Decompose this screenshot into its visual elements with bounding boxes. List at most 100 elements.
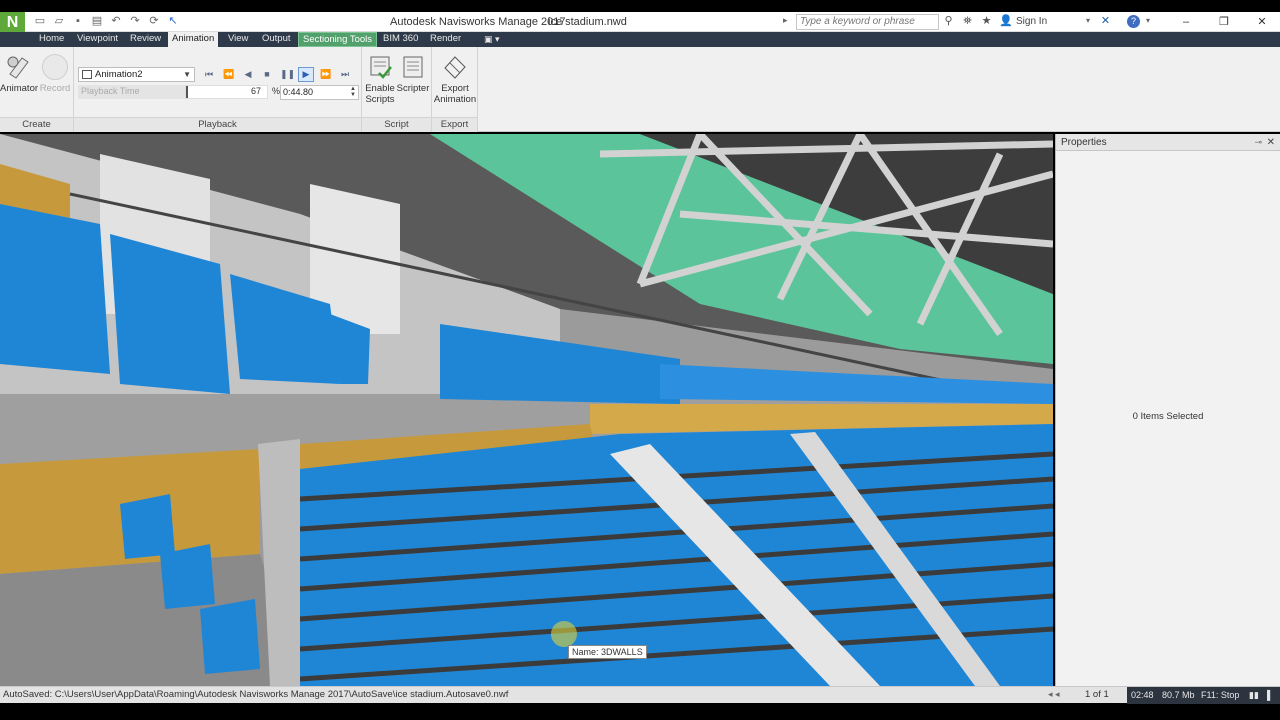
undo-icon[interactable]: ↶	[110, 15, 122, 28]
chevron-down-icon: ▼	[183, 70, 191, 79]
subscription-icon[interactable]: ⛯	[961, 15, 974, 28]
create-panel-title: Create	[0, 117, 73, 132]
tab-animation[interactable]: Animation	[168, 32, 219, 47]
record-button[interactable]: Record	[38, 54, 72, 94]
sign-in-button[interactable]: Sign In	[1016, 16, 1047, 27]
animation-set-icon	[82, 70, 92, 79]
record-icon	[42, 54, 68, 80]
enable-scripts-label-2: Scripts	[365, 94, 395, 105]
playback-time-value: 0:44.80	[283, 87, 314, 97]
animator-label: Animator	[0, 83, 39, 94]
chevron-down-icon[interactable]: ▾	[1146, 16, 1150, 25]
pin-icon[interactable]: ⊸	[1254, 134, 1262, 151]
enable-scripts-button[interactable]: Enable Scripts	[364, 54, 396, 105]
percent-sign: %	[272, 86, 281, 96]
end-icon[interactable]: ⏭	[337, 67, 353, 82]
memory-usage: 80.7 Mb	[1162, 690, 1195, 700]
tab-bim-360[interactable]: BIM 360	[379, 32, 422, 47]
object-tooltip: Name: 3DWALLS	[568, 645, 647, 659]
camera-dropdown-icon[interactable]: ▣ ▾	[480, 32, 504, 47]
animation-name: Animation2	[95, 69, 143, 80]
search-expand-icon[interactable]: ▸	[783, 15, 788, 26]
open-icon[interactable]: ▱	[53, 15, 65, 28]
3d-viewport[interactable]: Name: 3DWALLS	[0, 134, 1053, 686]
redo-icon[interactable]: ↷	[129, 15, 141, 28]
tab-sectioning-tools[interactable]: Sectioning Tools	[298, 32, 378, 47]
playback-time-field[interactable]: 0:44.80 ▲ ▼	[280, 85, 359, 100]
animation-select[interactable]: Animation2 ▼	[78, 67, 195, 82]
step-forward-icon[interactable]: ⏩	[318, 67, 334, 82]
print-icon[interactable]: ▤	[91, 15, 103, 28]
minimize-button[interactable]: –	[1168, 12, 1204, 32]
export-animation-button[interactable]: Export Animation	[433, 54, 477, 105]
new-icon[interactable]: ▭	[34, 15, 46, 28]
user-icon[interactable]: 👤	[999, 15, 1013, 28]
play-icon[interactable]: ▶	[298, 67, 314, 82]
tab-render[interactable]: Render	[426, 32, 465, 47]
exchange-icon[interactable]: ✕	[1099, 15, 1112, 28]
search-input[interactable]: Type a keyword or phrase	[796, 14, 939, 30]
stadium-scene	[0, 134, 1053, 686]
scripter-icon	[403, 56, 423, 78]
help-icon[interactable]: ?	[1127, 15, 1140, 28]
create-panel: Animator Record Create	[0, 47, 74, 132]
export-panel-title: Export	[432, 117, 477, 132]
script-panel: Enable Scripts Scripter Script	[362, 47, 432, 132]
export-label-2: Animation	[433, 94, 477, 105]
animator-button[interactable]: Animator	[0, 54, 39, 94]
binoculars-icon[interactable]: ⚲	[942, 15, 955, 28]
tab-review[interactable]: Review	[126, 32, 165, 47]
reverse-play-icon[interactable]: ◀	[240, 67, 256, 82]
enable-scripts-label-1: Enable	[365, 83, 395, 94]
app-title: Autodesk Navisworks Manage 2017	[390, 16, 566, 28]
tab-viewpoint[interactable]: Viewpoint	[73, 32, 122, 47]
close-button[interactable]: ✕	[1244, 12, 1280, 32]
animator-icon	[7, 56, 29, 79]
render-time: 02:48	[1131, 690, 1154, 700]
performance-status: 02:48 80.7 Mb F11: Stop ▮▮ ▌	[1127, 687, 1280, 704]
title-toolbar: ⚲ ⛯ ★ 👤	[942, 15, 1012, 28]
quick-access-toolbar: ▭ ▱ ▪ ▤ ↶ ↷ ⟳ ↖	[34, 15, 179, 28]
script-panel-title: Script	[362, 117, 431, 132]
autosave-status: AutoSaved: C:\Users\User\AppData\Roaming…	[3, 689, 509, 700]
memory-bar-icon: ▌	[1267, 690, 1274, 700]
tab-home[interactable]: Home	[35, 32, 68, 47]
export-label-1: Export	[441, 83, 469, 94]
playback-panel-title: Playback	[74, 117, 361, 132]
export-panel: Export Animation Export	[432, 47, 478, 132]
tab-output[interactable]: Output	[258, 32, 295, 47]
pause-icon[interactable]: ▮▮	[1249, 687, 1259, 703]
properties-header: Properties ⊸ ✕	[1056, 134, 1280, 151]
status-bar: AutoSaved: C:\Users\User\AppData\Roaming…	[0, 686, 1280, 704]
record-label: Record	[39, 83, 71, 94]
cursor-highlight	[551, 621, 577, 647]
close-icon[interactable]: ✕	[1267, 134, 1275, 151]
spinner-icon[interactable]: ▲ ▼	[350, 86, 356, 98]
scripter-label: Scripter	[396, 83, 430, 94]
export-animation-icon	[444, 56, 466, 79]
file-name: ice stadium.nwd	[548, 16, 627, 28]
ribbon: Animator Record Create Playback Animatio…	[0, 47, 1280, 132]
favorites-icon[interactable]: ★	[980, 15, 993, 28]
f11-stop[interactable]: F11: Stop	[1201, 687, 1239, 703]
stop-icon[interactable]: ■	[259, 67, 275, 82]
select-icon[interactable]: ↖	[167, 15, 179, 28]
slider-thumb[interactable]	[186, 86, 188, 98]
tab-view[interactable]: View	[224, 32, 252, 47]
page-nav-icon[interactable]: ◂ ◂	[1048, 689, 1060, 700]
rewind-icon[interactable]: ⏮	[201, 67, 217, 82]
playback-percent: 67	[251, 86, 262, 96]
enable-scripts-icon	[370, 56, 392, 79]
page-indicator: 1 of 1	[1085, 689, 1109, 700]
refresh-icon[interactable]: ⟳	[148, 15, 160, 28]
chevron-down-icon[interactable]: ▾	[1086, 16, 1090, 25]
scripter-button[interactable]: Scripter	[396, 54, 430, 94]
save-icon[interactable]: ▪	[72, 15, 84, 28]
app-logo[interactable]: N	[0, 12, 25, 34]
selection-status: 0 Items Selected	[1132, 411, 1204, 422]
restore-button[interactable]: ❐	[1206, 12, 1242, 32]
step-back-icon[interactable]: ⏪	[221, 67, 237, 82]
title-bar: N ▭ ▱ ▪ ▤ ↶ ↷ ⟳ ↖ Autodesk Navisworks Ma…	[0, 12, 1280, 34]
pause-icon[interactable]: ❚❚	[279, 67, 295, 82]
ribbon-tabs: Home Viewpoint Review Animation View Out…	[0, 32, 1280, 47]
